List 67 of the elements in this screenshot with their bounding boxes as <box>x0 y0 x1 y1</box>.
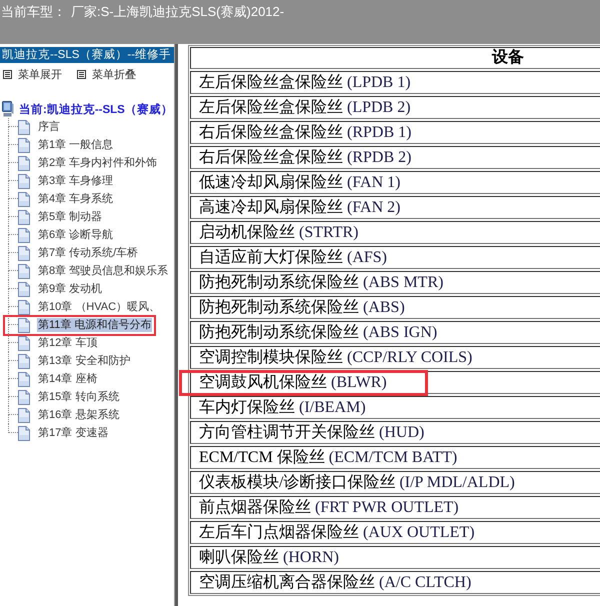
table-cell: ECM/TCM 保险丝 (ECM/TCM BATT) <box>190 446 600 469</box>
table-cell: 防抱死制动系统保险丝 (ABS) <box>190 296 600 319</box>
document-icon <box>18 318 30 332</box>
tree-item[interactable]: 序言 <box>37 120 61 134</box>
table-cell: 仪表板模块/诊断接口保险丝 (I/P MDL/ALDL) <box>190 471 600 494</box>
table-cell: 防抱死制动系统保险丝 (ABS MTR) <box>190 271 600 294</box>
menu-link[interactable]: 菜单折叠 <box>77 66 136 82</box>
document-icon <box>18 192 30 206</box>
table-cell: 自适应前大灯保险丝 (AFS) <box>190 246 600 269</box>
list-icon <box>77 70 86 78</box>
table-cell: 车内灯保险丝 (I/BEAM) <box>190 396 600 419</box>
document-icon <box>18 228 30 242</box>
table-cell: 空调压缩机离合器保险丝 (A/C CLTCH) <box>190 571 600 594</box>
tree-root[interactable]: 当前:凯迪拉克--SLS（赛威） <box>19 102 173 116</box>
table-cell: 左后保险丝盒保险丝 (LPDB 2) <box>190 96 600 119</box>
vehicle-model: 厂家:S-上海凯迪拉克SLS(赛威)2012- <box>71 4 284 20</box>
table-cell: 低速冷却风扇保险丝 (FAN 1) <box>190 171 600 194</box>
tree-item[interactable]: 第16章 悬架系统 <box>37 408 120 422</box>
document-icon <box>18 300 30 314</box>
table-cell: 右后保险丝盒保险丝 (RPDB 1) <box>190 121 600 144</box>
tree-item[interactable]: 第11章 电源和信号分布 <box>37 318 152 332</box>
table-cell: 空调鼓风机保险丝 (BLWR) <box>190 371 600 394</box>
table-cell: 右后保险丝盒保险丝 (RPDB 2) <box>190 146 600 169</box>
column-header: 设备 <box>190 47 600 69</box>
document-icon <box>18 264 30 278</box>
tree-item[interactable]: 第4章 车身系统 <box>37 192 114 206</box>
page-label: 当前车型： <box>1 4 66 20</box>
document-icon <box>18 336 30 350</box>
table-cell: 空调控制模块保险丝 (CCP/RLY COILS) <box>190 346 600 369</box>
document-icon <box>18 156 30 170</box>
tree-item[interactable]: 第1章 一般信息 <box>37 138 114 152</box>
document-icon <box>18 138 30 152</box>
tree-item[interactable]: 第9章 发动机 <box>37 282 104 296</box>
table-cell: 左后车门点烟器保险丝 (AUX OUTLET) <box>190 521 600 544</box>
document-icon <box>18 282 30 296</box>
table-cell: 左后保险丝盒保险丝 (LPDB 1) <box>190 71 600 94</box>
table-cell: 高速冷却风扇保险丝 (FAN 2) <box>190 196 600 219</box>
tree-item[interactable]: 第6章 诊断导航 <box>37 228 114 242</box>
table-cell: 前点烟器保险丝 (FRT PWR OUTLET) <box>190 496 600 519</box>
tree-item[interactable]: 第12章 车顶 <box>37 336 98 350</box>
table-cell: 喇叭保险丝 (HORN) <box>190 546 600 569</box>
tree-item[interactable]: 第13章 安全和防护 <box>37 354 132 368</box>
menu-link[interactable]: 菜单展开 <box>3 66 62 82</box>
tree-item[interactable]: 第15章 转向系统 <box>37 390 120 404</box>
tree-item[interactable]: 第2章 车身内衬件和外饰 <box>37 156 158 170</box>
tree-item[interactable]: 第10章 （HVAC）暖风、 <box>37 300 162 314</box>
document-icon <box>18 246 30 260</box>
panel-title: 凯迪拉克--SLS（赛威）--维修手 <box>0 47 174 63</box>
document-icon <box>18 354 30 368</box>
document-icon <box>18 174 30 188</box>
tree-item[interactable]: 第7章 传动系统/车桥 <box>37 246 140 260</box>
tree-item[interactable]: 第5章 制动器 <box>37 210 104 224</box>
document-icon <box>18 426 30 440</box>
table-cell: 防抱死制动系统保险丝 (ABS IGN) <box>190 321 600 344</box>
tree-item[interactable]: 第14章 座椅 <box>37 372 98 386</box>
document-icon <box>18 390 30 404</box>
tree-item[interactable]: 第8章 驾驶员信息和娱乐系 <box>37 264 170 278</box>
document-icon <box>18 408 30 422</box>
document-icon <box>18 372 30 386</box>
tree-item[interactable]: 第3章 车身修理 <box>37 174 114 188</box>
document-icon <box>18 210 30 224</box>
list-icon <box>3 70 12 78</box>
document-icon <box>18 120 30 134</box>
computer-icon <box>2 101 14 117</box>
tree-item[interactable]: 第17章 变速器 <box>37 426 110 440</box>
table-cell: 启动机保险丝 (STRTR) <box>190 221 600 244</box>
table-cell: 方向管柱调节开关保险丝 (HUD) <box>190 421 600 444</box>
